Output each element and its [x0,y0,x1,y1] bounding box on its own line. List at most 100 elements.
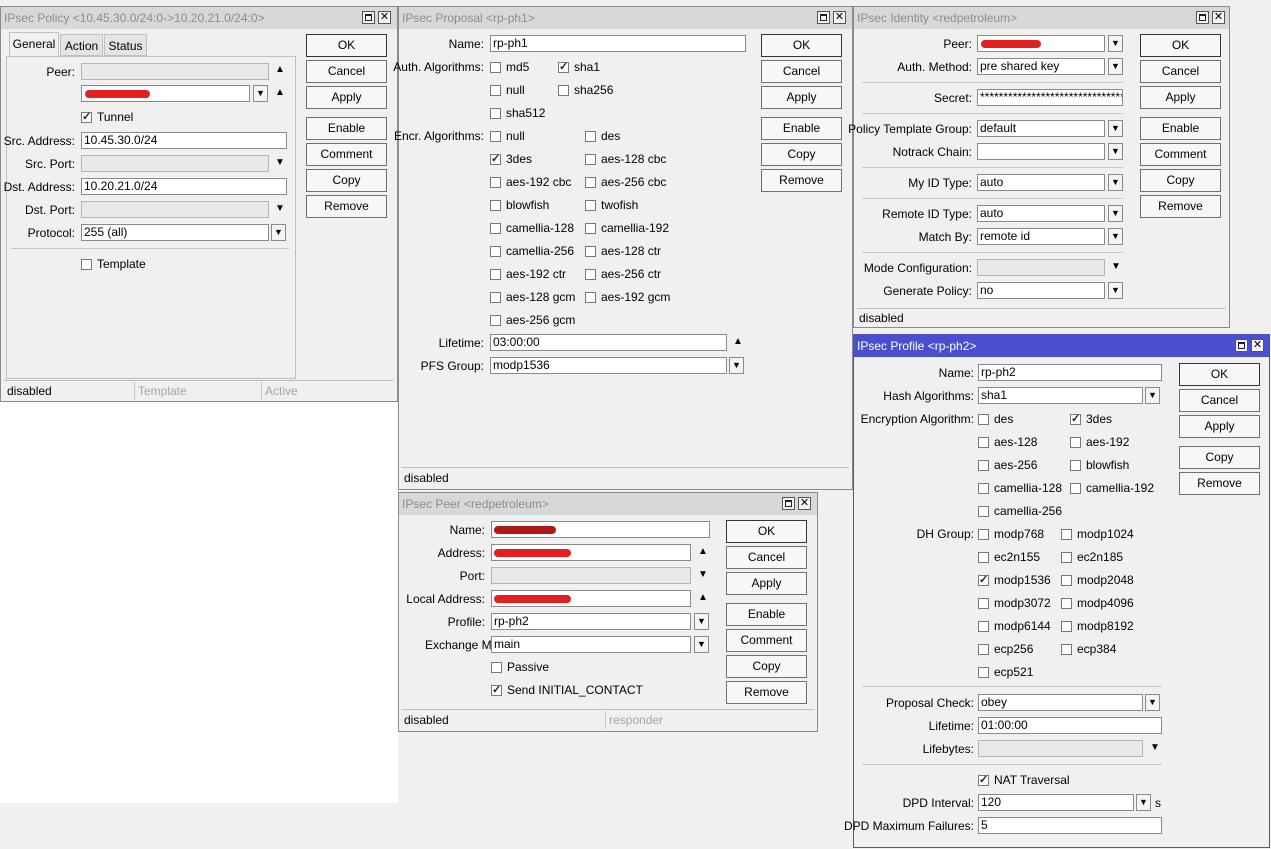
encryption-algorithm-checkbox[interactable]: des [978,412,1013,426]
dropdown-icon[interactable]: ▼ [1145,387,1160,404]
dropdown-icon[interactable]: ▼ [729,357,744,374]
checkbox-box[interactable] [585,200,596,211]
dropdown-icon[interactable]: ▼ [1108,174,1123,191]
comment-button[interactable]: Comment [726,629,807,652]
src-address-field[interactable]: 10.45.30.0/24 [81,132,287,149]
checkbox-box[interactable] [81,259,92,270]
hash-algorithms-select[interactable]: sha1 [978,387,1143,404]
dh-group-checkbox[interactable]: modp768 [978,527,1044,541]
mode-configuration-field[interactable] [977,259,1105,276]
dropdown-icon[interactable]: ▼ [1108,143,1123,160]
dh-group-checkbox[interactable]: modp2048 [1061,573,1134,587]
proposal-check-select[interactable]: obey [978,694,1143,711]
checkbox-box[interactable] [1061,644,1072,655]
dropdown-icon[interactable]: ▼ [1108,120,1123,137]
cancel-button[interactable]: Cancel [1179,389,1260,412]
checkbox-box[interactable] [585,223,596,234]
policy-template-group-select[interactable]: default [977,120,1105,137]
remove-button[interactable]: Remove [1179,472,1260,495]
dropdown-icon[interactable]: ▼ [1108,35,1123,52]
auth-algorithm-checkbox[interactable]: md5 [490,60,529,74]
encryption-algorithm-checkbox[interactable]: blowfish [1070,458,1129,472]
checkbox-box[interactable] [490,246,501,257]
checkbox-box[interactable] [1061,598,1072,609]
checkbox-box[interactable] [1070,437,1081,448]
lifetime-field[interactable]: 03:00:00 [490,334,727,351]
copy-button[interactable]: Copy [1140,169,1221,192]
checkbox-box[interactable] [1061,529,1072,540]
enable-button[interactable]: Enable [761,117,842,140]
checkbox-box[interactable] [978,773,989,787]
remove-button[interactable]: Remove [726,681,807,704]
comment-button[interactable]: Comment [1140,143,1221,166]
checkbox-box[interactable] [490,85,501,96]
auth-algorithm-checkbox[interactable]: sha256 [558,83,613,97]
encr-algorithm-checkbox[interactable]: aes-256 gcm [490,313,575,327]
template-checkbox[interactable]: Template [81,257,146,271]
checkbox-box[interactable] [490,131,501,142]
dropdown-icon[interactable]: ▼ [1108,228,1123,245]
checkbox-box[interactable] [1061,575,1072,586]
dropdown-arrow-icon[interactable]: ▼ [698,569,708,581]
dropdown-icon[interactable]: ▼ [1108,282,1123,299]
checkbox-box[interactable] [1061,552,1072,563]
dst-address-field[interactable]: 10.20.21.0/24 [81,178,287,195]
apply-button[interactable]: Apply [1179,415,1260,438]
encr-algorithm-checkbox[interactable]: aes-192 gcm [585,290,670,304]
dropdown-arrow-icon[interactable]: ▼ [275,157,285,169]
dropdown-arrow-icon[interactable]: ▼ [1150,742,1160,754]
checkbox-box[interactable] [585,246,596,257]
close-icon[interactable]: ✕ [1212,11,1225,24]
encr-algorithm-checkbox[interactable]: camellia-128 [490,221,574,235]
dh-group-checkbox[interactable]: ecp384 [1061,642,1116,656]
dropdown-arrow-icon[interactable]: ▼ [1111,261,1121,273]
encr-algorithm-checkbox[interactable]: camellia-256 [490,244,574,258]
up-down-arrows-icon[interactable]: ▲ [275,64,285,76]
lifebytes-field[interactable] [978,740,1143,757]
apply-button[interactable]: Apply [1140,86,1221,109]
cancel-button[interactable]: Cancel [726,546,807,569]
checkbox-box[interactable] [978,506,989,517]
copy-button[interactable]: Copy [726,655,807,678]
my-id-type-select[interactable]: auto [977,174,1105,191]
checkbox-box[interactable] [558,60,569,74]
dropdown-icon[interactable]: ▼ [1145,694,1160,711]
dh-group-checkbox[interactable]: ec2n185 [1061,550,1123,564]
checkbox-box[interactable] [978,598,989,609]
lifetime-field[interactable]: 01:00:00 [978,717,1162,734]
close-icon[interactable]: ✕ [378,11,391,24]
dpd-max-failures-field[interactable]: 5 [978,817,1162,834]
encr-algorithm-checkbox[interactable]: aes-256 ctr [585,267,661,281]
apply-button[interactable]: Apply [761,86,842,109]
cancel-button[interactable]: Cancel [306,60,387,83]
tab-action[interactable]: Action [60,34,103,56]
enable-button[interactable]: Enable [726,603,807,626]
checkbox-box[interactable] [978,667,989,678]
match-by-select[interactable]: remote id [977,228,1105,245]
enable-button[interactable]: Enable [306,117,387,140]
checkbox-box[interactable] [978,644,989,655]
ok-button[interactable]: OK [1140,34,1221,57]
encr-algorithm-checkbox[interactable]: aes-192 cbc [490,175,571,189]
expand-up-icon[interactable]: ▲ [698,592,708,604]
checkbox-box[interactable] [978,573,989,587]
pfs-group-select[interactable]: modp1536 [490,357,727,374]
dropdown-icon[interactable]: ▼ [1108,205,1123,222]
generate-policy-select[interactable]: no [977,282,1105,299]
checkbox-box[interactable] [490,315,501,326]
name-field[interactable]: rp-ph2 [978,364,1162,381]
checkbox-box[interactable] [585,131,596,142]
dh-group-checkbox[interactable]: ecp521 [978,665,1033,679]
peer-select[interactable] [977,35,1105,52]
dh-group-checkbox[interactable]: modp6144 [978,619,1051,633]
encr-algorithm-checkbox[interactable]: aes-128 ctr [585,244,661,258]
checkbox-box[interactable] [490,223,501,234]
checkbox-box[interactable] [490,62,501,73]
dropdown-icon[interactable]: ▼ [1136,794,1151,811]
exchange-mode-select[interactable]: main [491,636,691,653]
cancel-button[interactable]: Cancel [761,60,842,83]
dh-group-checkbox[interactable]: modp1024 [1061,527,1134,541]
auth-algorithm-checkbox[interactable]: sha512 [490,106,545,120]
checkbox-box[interactable] [490,177,501,188]
checkbox-box[interactable] [491,683,502,697]
